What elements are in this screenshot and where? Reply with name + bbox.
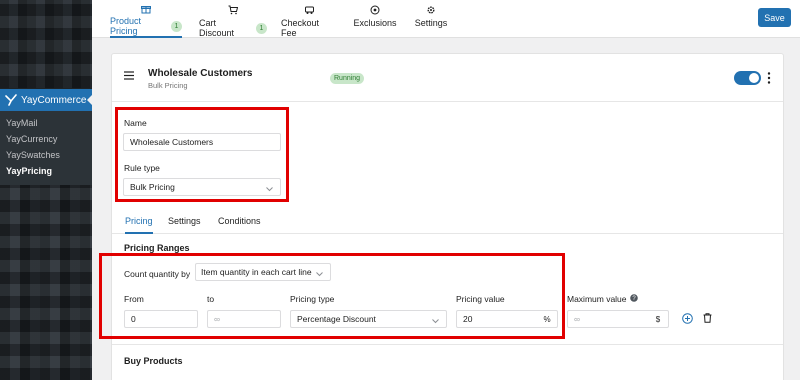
pricing-ranges-title: Pricing Ranges <box>124 243 190 253</box>
maximum-value-column-label: Maximum value ? <box>567 294 638 304</box>
tab-settings[interactable]: Settings <box>413 4 449 38</box>
truck-icon <box>304 4 315 16</box>
gift-icon <box>141 4 151 14</box>
circle-plus-icon <box>370 4 380 16</box>
tab-label: Cart Discount <box>199 18 235 38</box>
sidebar-item-yaycurrency[interactable]: YayCurrency <box>0 131 92 147</box>
tab-cart-discount[interactable]: Cart Discount 1 <box>199 4 267 38</box>
drag-handle-icon[interactable] <box>124 71 134 82</box>
maximum-value-label-text: Maximum value <box>567 294 627 304</box>
toggle-knob <box>749 73 759 83</box>
sidebar-item-yaycommerce[interactable]: YayCommerce <box>0 89 92 111</box>
buy-products-title: Buy Products <box>124 356 183 366</box>
maximum-value-placeholder: ∞ <box>574 314 581 324</box>
tab-label: Checkout Fee <box>281 18 320 38</box>
delete-range-icon[interactable] <box>703 313 712 325</box>
subtab-pricing[interactable]: Pricing <box>125 216 153 234</box>
subtab-settings[interactable]: Settings <box>168 216 201 234</box>
rule-enable-toggle[interactable] <box>734 71 761 85</box>
count-badge: 1 <box>256 22 267 34</box>
active-arrow <box>87 95 92 105</box>
sidebar-blurred-menu-bottom <box>0 185 92 380</box>
highlight-box-rule-details <box>115 107 289 202</box>
save-button[interactable]: Save <box>758 8 791 27</box>
rule-subtabs: Pricing Settings Conditions <box>112 212 783 234</box>
highlight-box-pricing-range <box>99 253 565 339</box>
sidebar-item-yaypricing[interactable]: YayPricing <box>0 163 92 179</box>
subtab-conditions[interactable]: Conditions <box>218 216 261 234</box>
maximum-value-input[interactable]: ∞ $ <box>567 310 669 328</box>
tab-exclusions[interactable]: Exclusions <box>353 4 397 38</box>
cart-icon <box>228 4 238 16</box>
sidebar-blurred-menu-top <box>0 0 92 88</box>
rule-header: Wholesale Customers Bulk Pricing Running <box>112 54 783 102</box>
tab-label: Product Pricing <box>110 16 142 36</box>
currency-unit: $ <box>655 314 661 324</box>
section-divider <box>112 344 783 345</box>
sidebar-plugin-name: YayCommerce <box>21 94 87 106</box>
sidebar-submenu: YayMail YayCurrency YaySwatches YayPrici… <box>0 111 92 185</box>
rule-subtitle: Bulk Pricing <box>148 81 188 90</box>
yaycommerce-logo-icon <box>5 94 17 106</box>
add-range-icon[interactable] <box>682 313 693 326</box>
rule-title: Wholesale Customers <box>148 68 253 79</box>
help-icon[interactable]: ? <box>629 294 638 304</box>
count-badge: 1 <box>171 20 182 32</box>
sidebar-item-yaymail[interactable]: YayMail <box>0 115 92 131</box>
tab-label: Settings <box>414 18 448 28</box>
tab-checkout-fee[interactable]: Checkout Fee <box>281 4 337 38</box>
tab-label: Exclusions <box>353 18 397 28</box>
gear-icon <box>426 4 436 16</box>
more-options-icon[interactable] <box>767 72 771 86</box>
admin-sidebar: YayCommerce YayMail YayCurrency YaySwatc… <box>0 0 92 380</box>
tab-product-pricing[interactable]: Product Pricing 1 <box>110 4 182 38</box>
top-tab-bar: Product Pricing 1 Cart Discount 1 Checkout… <box>92 0 800 38</box>
sidebar-item-yayswatches[interactable]: YaySwatches <box>0 147 92 163</box>
status-badge: Running <box>330 73 365 84</box>
